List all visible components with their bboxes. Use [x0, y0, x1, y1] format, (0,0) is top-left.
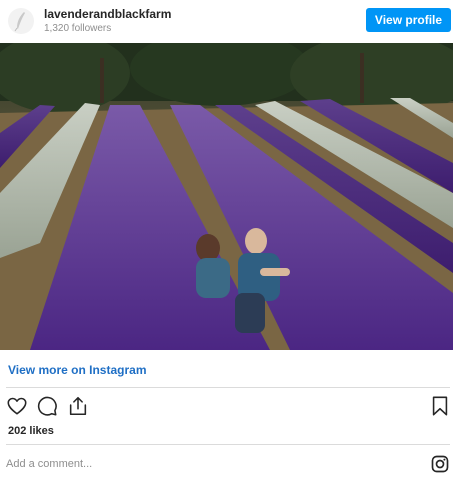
avatar[interactable]	[8, 8, 34, 34]
instagram-icon[interactable]	[428, 452, 452, 476]
feather-logo-icon	[14, 12, 25, 32]
post-header: lavenderandblackfarm 1,320 followers Vie…	[0, 0, 453, 42]
bookmark-icon[interactable]	[428, 394, 452, 418]
heart-icon[interactable]	[5, 394, 29, 418]
post-photo[interactable]	[0, 43, 453, 350]
lavender-field-image	[0, 43, 453, 350]
follower-count: 1,320 followers	[44, 23, 112, 34]
share-icon[interactable]	[66, 394, 90, 418]
like-count: 202 likes	[8, 425, 54, 437]
username[interactable]: lavenderandblackfarm	[44, 7, 171, 21]
comment-input[interactable]	[6, 455, 406, 473]
comment-area	[6, 445, 452, 483]
view-more-link[interactable]: View more on Instagram	[8, 363, 147, 377]
comment-icon[interactable]	[35, 394, 59, 418]
view-profile-button[interactable]: View profile	[366, 8, 451, 32]
divider	[6, 387, 450, 388]
